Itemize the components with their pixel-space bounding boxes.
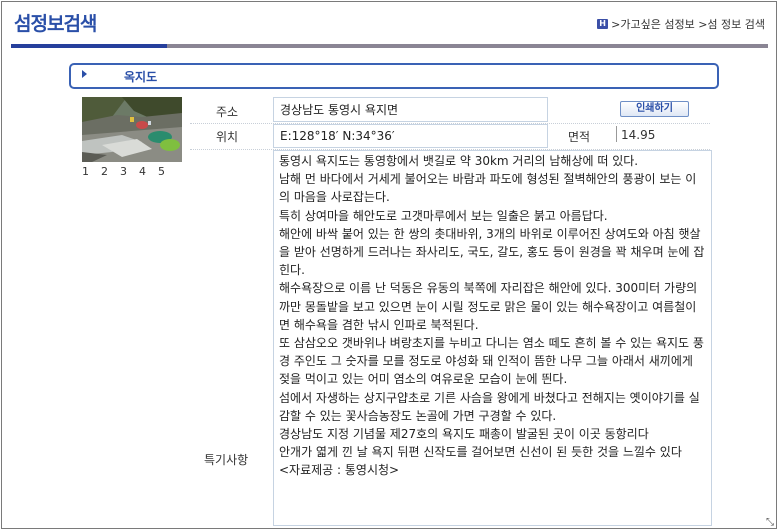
location-label: 위치 xyxy=(216,130,239,144)
notes-label: 특기사항 xyxy=(204,453,249,467)
resize-grip-icon[interactable]: ⤡ xyxy=(766,518,776,528)
page-title: 섬정보검색 xyxy=(14,13,97,35)
description-paragraph: 해안에 바싹 붙어 있는 한 쌍의 촛대바위, 3개의 바위로 이루어진 상여도… xyxy=(279,226,705,278)
address-text: 경상남도 통영시 욕지면 xyxy=(280,103,399,117)
description-paragraph: 경상남도 지정 기념물 제27호의 욕지도 패총이 발굴된 곳이 이곳 동항리다 xyxy=(279,427,649,442)
photo-page-link[interactable]: 2 xyxy=(101,165,108,178)
arrow-right-icon xyxy=(82,70,87,78)
photo-page-link[interactable]: 1 xyxy=(82,165,89,178)
photo-page-link[interactable]: 3 xyxy=(120,165,127,178)
address-label: 주소 xyxy=(216,105,239,119)
breadcrumb: H >가고싶은 섬정보 >섬 정보 검색 xyxy=(597,16,765,32)
title-underline-rest xyxy=(167,44,768,48)
area-label: 면적 xyxy=(568,130,591,144)
description-paragraph: 또 삼삼오오 갯바위나 벼랑초지를 누비고 다니는 염소 떼도 흔히 볼 수 있… xyxy=(279,336,704,387)
island-name: 옥지도 xyxy=(124,70,158,84)
description-source: <자료제공 : 통영시청> xyxy=(279,463,400,478)
photo-pager: 1 2 3 4 5 xyxy=(82,165,165,178)
home-icon[interactable]: H xyxy=(597,19,609,29)
description-paragraph: 안개가 엷게 낀 날 욕지 뒤편 신작도를 걸어보면 신선이 된 듯한 것을 느… xyxy=(279,445,682,460)
title-underline-accent xyxy=(11,44,167,48)
title-underline xyxy=(11,44,768,48)
print-button[interactable]: 인쇄하기 xyxy=(620,101,689,117)
photo-page-link[interactable]: 5 xyxy=(158,165,165,178)
island-name-bar: 옥지도 xyxy=(69,63,719,89)
area-separator xyxy=(616,126,617,142)
description-paragraph: 특히 상여마을 해안도로 고갯마루에서 보는 일출은 붉고 아름답다. xyxy=(279,208,608,223)
address-value: 경상남도 통영시 욕지면 xyxy=(273,97,548,122)
location-value: E:128°18′ N:34°36′ xyxy=(273,124,548,148)
island-photo[interactable] xyxy=(82,97,182,162)
location-text: E:128°18′ N:34°36′ xyxy=(280,129,395,143)
description-paragraph: 통영시 욕지도는 통영항에서 뱃길로 약 30km 거리의 남해상에 떠 있다. xyxy=(279,154,639,168)
description-paragraph: 섬에서 자생하는 상지구얍초로 기른 사슴을 왕에게 바쳤다고 전해지는 옛이야… xyxy=(279,390,700,423)
area-value: 14.95 xyxy=(621,128,656,142)
island-description: 통영시 욕지도는 통영항에서 뱃길로 약 30km 거리의 남해상에 떠 있다.… xyxy=(279,152,707,480)
breadcrumb-path[interactable]: >가고싶은 섬정보 >섬 정보 검색 xyxy=(611,16,765,32)
beach-photo-image xyxy=(82,97,182,162)
description-paragraph: 해수욕장으로 이름 난 덕동은 유동의 북쪽에 자리잡은 해안에 있다. 300… xyxy=(279,281,698,332)
photo-page-link[interactable]: 4 xyxy=(139,165,146,178)
description-paragraph: 남해 먼 바다에서 거세게 불어오는 바람과 파도에 형성된 절벽해안의 풍광이… xyxy=(279,172,697,205)
